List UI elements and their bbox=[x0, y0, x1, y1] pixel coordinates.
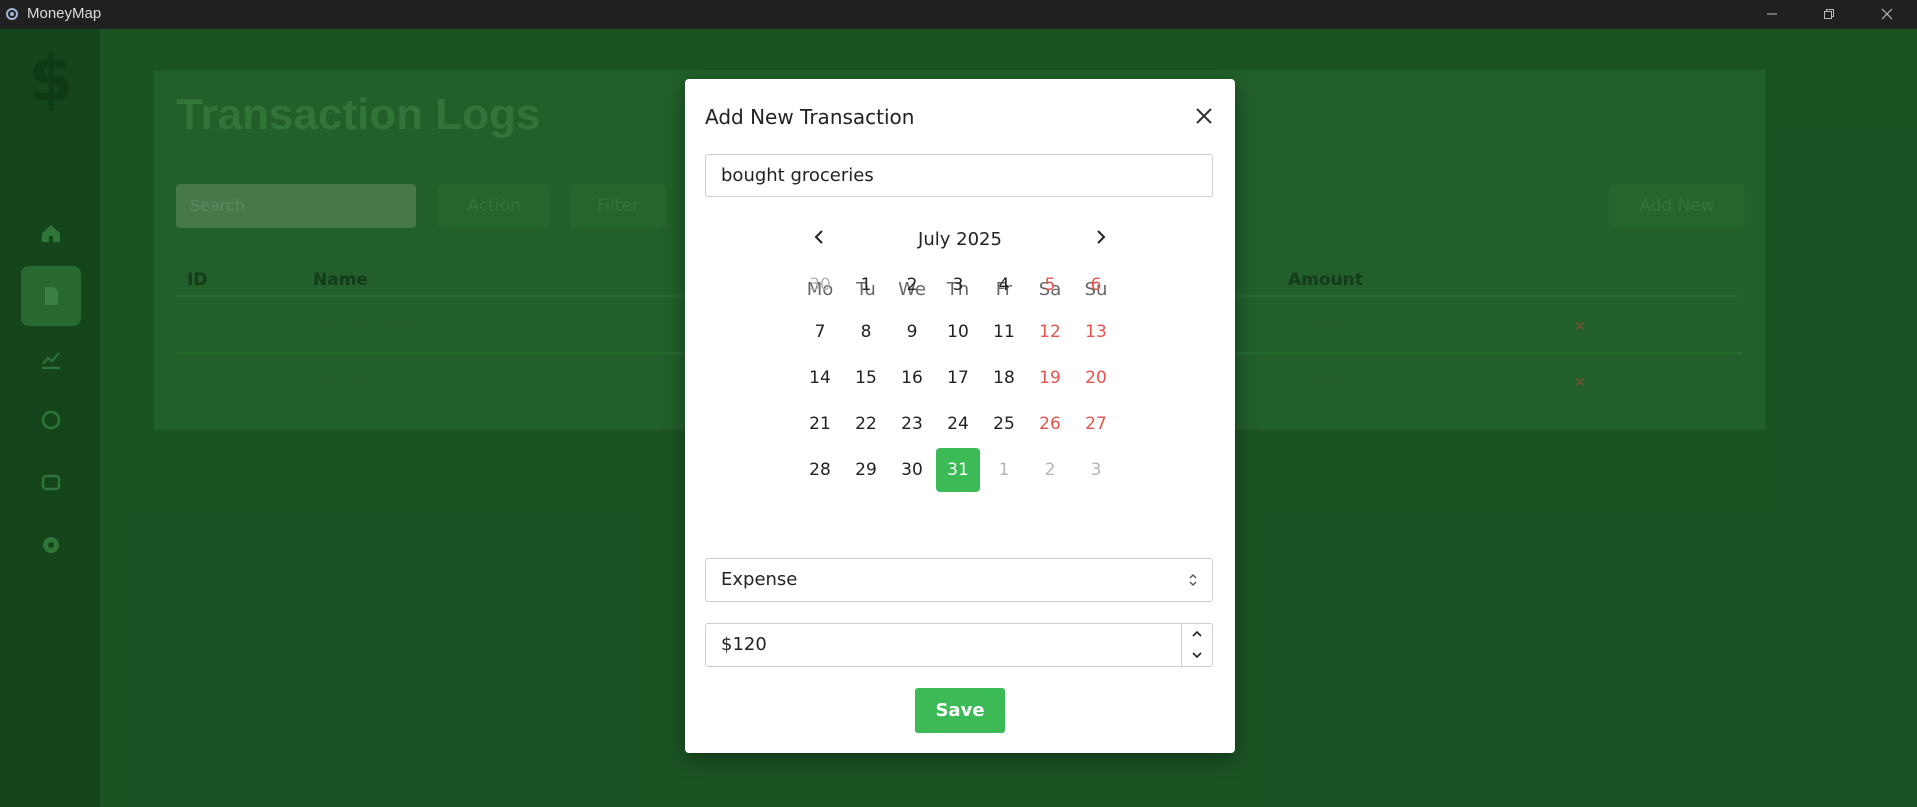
increment-button[interactable] bbox=[1182, 624, 1212, 645]
calendar-day-selected[interactable]: 31 bbox=[936, 448, 980, 492]
calendar-day[interactable]: 18 bbox=[982, 356, 1026, 400]
calendar-day[interactable]: 10 bbox=[936, 310, 980, 354]
calendar-day[interactable]: 15 bbox=[844, 356, 888, 400]
select-caret-icon bbox=[1189, 574, 1197, 586]
calendar-day[interactable]: 19 bbox=[1028, 356, 1072, 400]
calendar-day[interactable]: 7 bbox=[798, 310, 842, 354]
transaction-type-value: Expense bbox=[721, 569, 798, 590]
transaction-type-select[interactable]: Expense bbox=[705, 558, 1213, 602]
calendar-day[interactable]: 1 bbox=[844, 263, 888, 307]
decrement-button[interactable] bbox=[1182, 645, 1212, 666]
calendar-day[interactable]: 27 bbox=[1074, 402, 1118, 446]
calendar-day[interactable]: 17 bbox=[936, 356, 980, 400]
calendar-day[interactable]: 2 bbox=[890, 263, 934, 307]
calendar-day-outside[interactable]: 30 bbox=[798, 263, 842, 307]
calendar-day[interactable]: 9 bbox=[890, 310, 934, 354]
calendar-day-outside[interactable]: 3 bbox=[1074, 448, 1118, 492]
amount-value: $120 bbox=[721, 634, 767, 655]
amount-input[interactable]: $120 bbox=[705, 623, 1213, 667]
close-icon[interactable] bbox=[1193, 105, 1215, 127]
calendar-day[interactable]: 3 bbox=[936, 263, 980, 307]
calendar-day[interactable]: 30 bbox=[890, 448, 934, 492]
minimize-button[interactable] bbox=[1749, 0, 1795, 29]
calendar-day[interactable]: 8 bbox=[844, 310, 888, 354]
calendar-day[interactable]: 24 bbox=[936, 402, 980, 446]
calendar-day[interactable]: 14 bbox=[798, 356, 842, 400]
calendar-day[interactable]: 22 bbox=[844, 402, 888, 446]
add-transaction-modal: Add New Transaction bought groceries Jul… bbox=[685, 79, 1235, 753]
calendar-day[interactable]: 21 bbox=[798, 402, 842, 446]
calendar-day[interactable]: 13 bbox=[1074, 310, 1118, 354]
chevron-up-icon bbox=[1192, 630, 1202, 637]
calendar-day[interactable]: 23 bbox=[890, 402, 934, 446]
calendar-day-outside[interactable]: 2 bbox=[1028, 448, 1072, 492]
calendar-day[interactable]: 6 bbox=[1074, 263, 1118, 307]
calendar-day[interactable]: 16 bbox=[890, 356, 934, 400]
calendar-day[interactable]: 11 bbox=[982, 310, 1026, 354]
minimize-icon bbox=[1767, 13, 1777, 15]
chevron-down-icon bbox=[1192, 652, 1202, 659]
save-button[interactable]: Save bbox=[915, 688, 1005, 733]
calendar-day[interactable]: 26 bbox=[1028, 402, 1072, 446]
calendar-day[interactable]: 4 bbox=[982, 263, 1026, 307]
close-icon bbox=[1881, 8, 1893, 20]
chevron-right-icon[interactable] bbox=[1089, 226, 1111, 248]
modal-title: Add New Transaction bbox=[705, 105, 915, 129]
amount-stepper bbox=[1181, 624, 1212, 666]
calendar-day[interactable]: 5 bbox=[1028, 263, 1072, 307]
window-title: MoneyMap bbox=[27, 5, 102, 22]
app-gear-icon bbox=[6, 8, 18, 20]
description-input[interactable]: bought groceries bbox=[705, 154, 1213, 197]
close-window-button[interactable] bbox=[1864, 0, 1910, 29]
calendar-day[interactable]: 25 bbox=[982, 402, 1026, 446]
calendar-day[interactable]: 12 bbox=[1028, 310, 1072, 354]
window-titlebar: MoneyMap bbox=[0, 0, 1917, 29]
chevron-left-icon[interactable] bbox=[809, 226, 831, 248]
calendar-day[interactable]: 28 bbox=[798, 448, 842, 492]
restore-icon bbox=[1824, 9, 1834, 19]
restore-button[interactable] bbox=[1806, 0, 1852, 29]
calendar-day[interactable]: 20 bbox=[1074, 356, 1118, 400]
calendar-month-label: July 2025 bbox=[918, 229, 1002, 250]
calendar-day[interactable]: 29 bbox=[844, 448, 888, 492]
calendar-day-outside[interactable]: 1 bbox=[982, 448, 1026, 492]
